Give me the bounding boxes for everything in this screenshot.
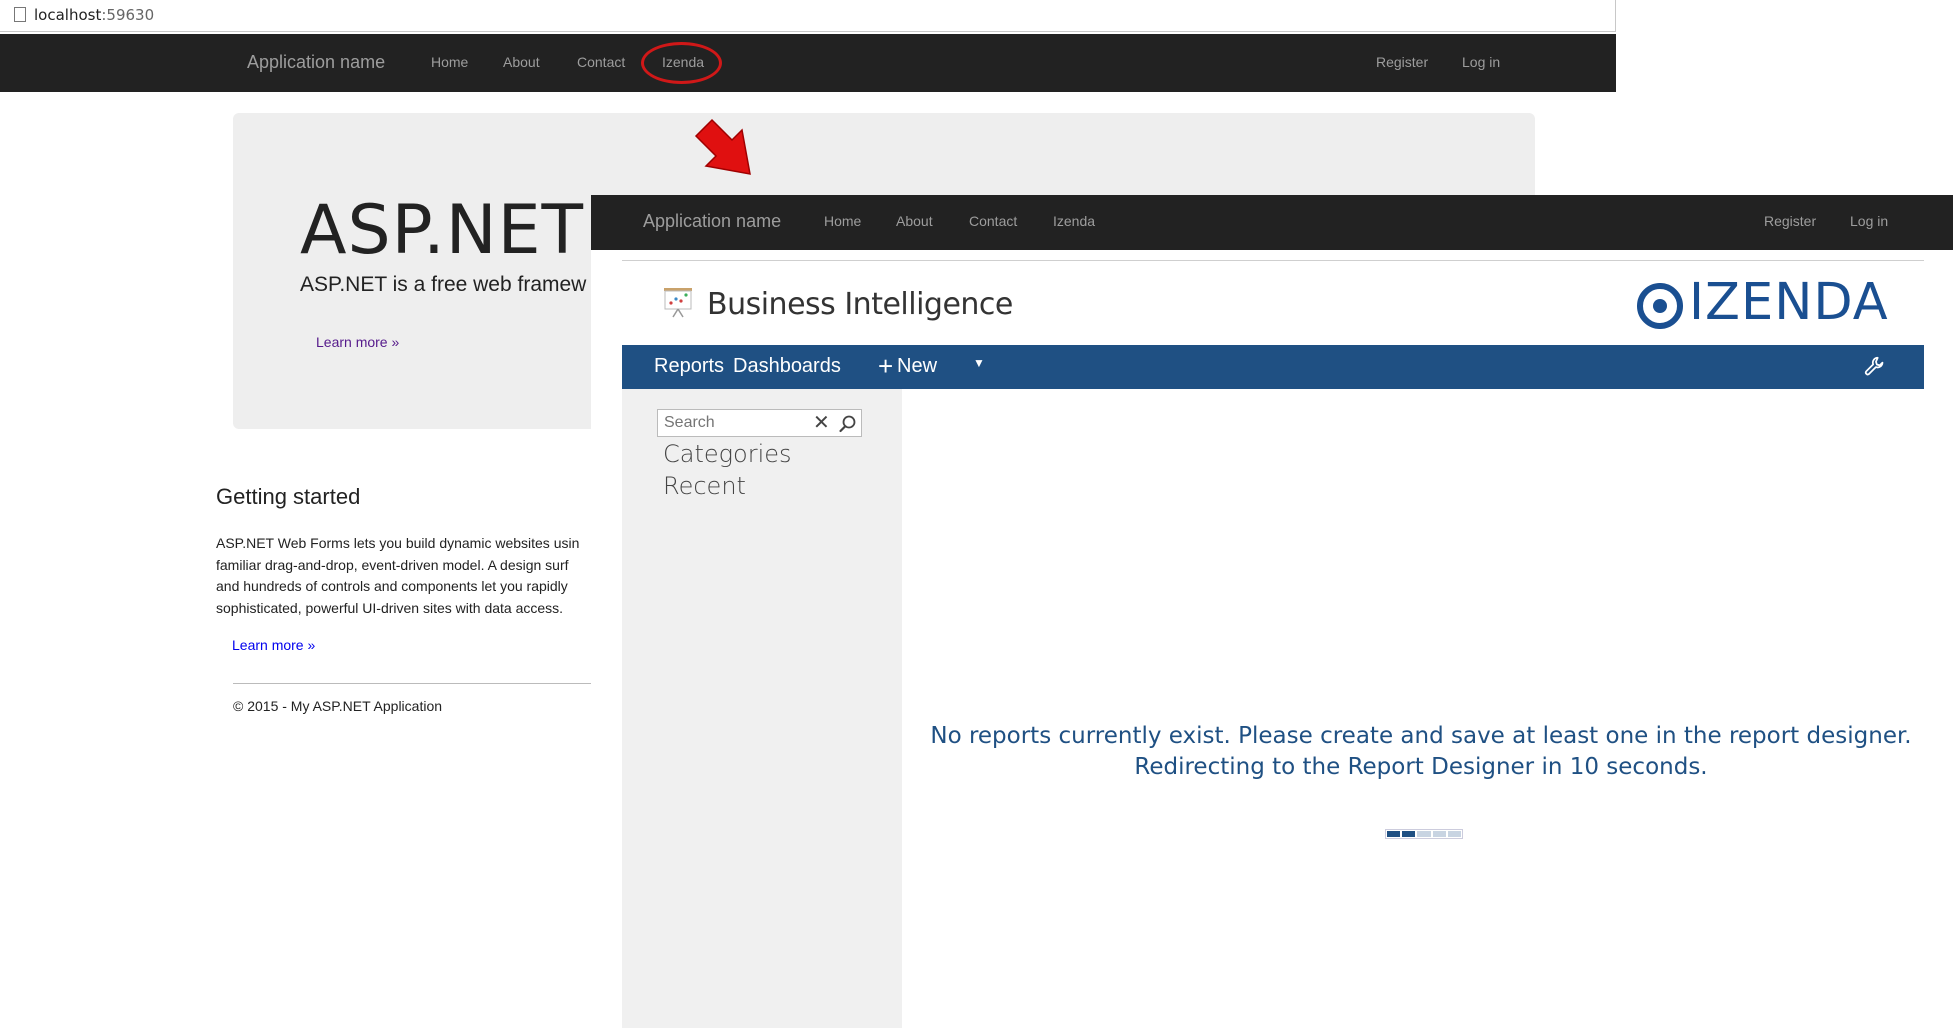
izenda-navbar: Application name Home About Contact Izen… bbox=[591, 195, 1953, 250]
footer-text: © 2015 - My ASP.NET Application bbox=[233, 698, 443, 714]
loader-segment bbox=[1432, 831, 1446, 837]
getting-started-learn-more-link[interactable]: Learn more » bbox=[232, 637, 315, 653]
recent-link[interactable]: Recent bbox=[663, 472, 746, 500]
dashboards-menu[interactable]: Dashboards bbox=[733, 355, 841, 378]
search-box[interactable]: ✕ bbox=[657, 409, 862, 437]
loader-segment bbox=[1417, 831, 1431, 837]
nav-link-register[interactable]: Register bbox=[1764, 213, 1816, 229]
nav-link-about[interactable]: About bbox=[503, 54, 540, 70]
nav-link-home[interactable]: Home bbox=[431, 54, 468, 70]
categories-link[interactable]: Categories bbox=[663, 440, 792, 468]
nav-link-contact[interactable]: Contact bbox=[969, 213, 1017, 229]
clear-search-icon[interactable]: ✕ bbox=[813, 411, 830, 435]
search-input[interactable] bbox=[664, 412, 804, 434]
nav-link-izenda[interactable]: Izenda bbox=[1053, 213, 1095, 229]
message-line-1: No reports currently exist. Please creat… bbox=[930, 723, 1912, 749]
page-icon bbox=[14, 7, 26, 22]
url-port: :59630 bbox=[101, 6, 155, 24]
nav-link-login[interactable]: Log in bbox=[1462, 54, 1500, 70]
footer-divider bbox=[233, 683, 593, 684]
navbar-brand[interactable]: Application name bbox=[247, 52, 385, 73]
loader-segment bbox=[1387, 831, 1401, 837]
nav-link-login[interactable]: Log in bbox=[1850, 213, 1888, 229]
red-arrow-icon bbox=[694, 118, 751, 175]
loader-segment bbox=[1402, 831, 1416, 837]
no-reports-message: No reports currently exist. Please creat… bbox=[921, 721, 1921, 783]
page-title: Business Intelligence bbox=[707, 287, 1013, 322]
url-text[interactable]: localhost:59630 bbox=[34, 6, 154, 24]
message-line-2: Redirecting to the Report Designer in 10… bbox=[1134, 754, 1708, 780]
getting-started-paragraph: ASP.NET Web Forms lets you build dynamic… bbox=[216, 535, 580, 616]
left-panel: ✕ Categories Recent bbox=[622, 389, 902, 1028]
plus-icon[interactable]: + bbox=[878, 353, 893, 379]
izenda-page: Business Intelligence IZENDA Reports Das… bbox=[591, 250, 1954, 1028]
reports-menu[interactable]: Reports bbox=[654, 355, 724, 378]
caret-down-icon[interactable]: ▼ bbox=[973, 356, 985, 370]
new-menu[interactable]: New bbox=[897, 355, 937, 378]
loading-indicator bbox=[1385, 829, 1463, 839]
jumbotron-learn-more-link[interactable]: Learn more » bbox=[316, 334, 399, 350]
jumbotron-lead: ASP.NET is a free web framew bbox=[300, 273, 587, 296]
getting-started-title: Getting started bbox=[216, 484, 361, 509]
izenda-logo-text: IZENDA bbox=[1689, 273, 1889, 332]
presentation-chart-icon bbox=[664, 288, 692, 318]
jumbotron-heading: ASP.NET bbox=[300, 191, 585, 270]
nav-link-home[interactable]: Home bbox=[824, 213, 861, 229]
navbar-brand[interactable]: Application name bbox=[643, 211, 781, 232]
nav-link-about[interactable]: About bbox=[896, 213, 933, 229]
browser-address-bar[interactable]: localhost:59630 bbox=[0, 0, 1616, 32]
wrench-icon[interactable] bbox=[1862, 354, 1888, 380]
loader-segment bbox=[1447, 831, 1462, 837]
nav-link-contact[interactable]: Contact bbox=[577, 54, 625, 70]
url-host: localhost bbox=[34, 6, 102, 24]
izenda-logo-icon bbox=[1637, 283, 1683, 329]
background-navbar: Application name Home About Contact Izen… bbox=[0, 34, 1616, 92]
nav-link-register[interactable]: Register bbox=[1376, 54, 1428, 70]
search-icon[interactable] bbox=[838, 414, 858, 434]
izenda-toolbar: Reports Dashboards + New ▼ bbox=[622, 345, 1924, 389]
izenda-highlight-circle bbox=[641, 42, 722, 84]
header-divider bbox=[622, 260, 1924, 261]
